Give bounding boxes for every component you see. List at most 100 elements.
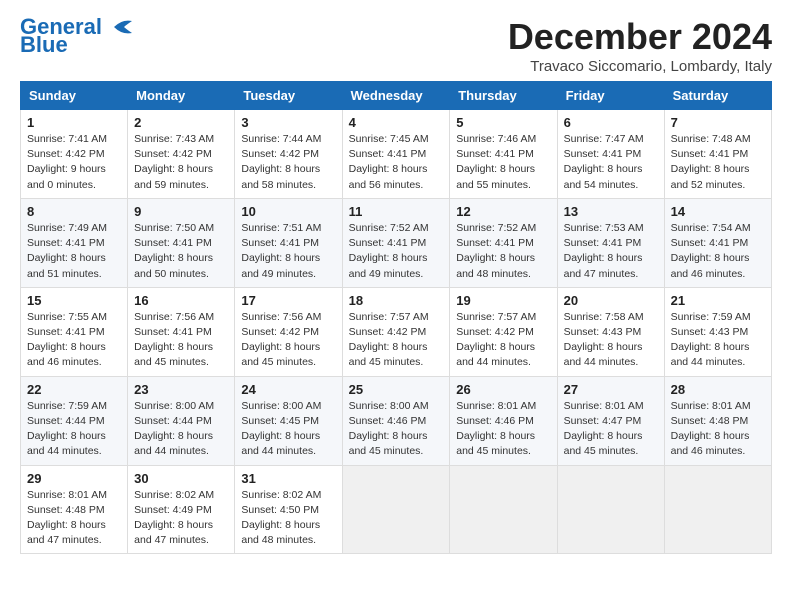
day-info: Sunrise: 8:00 AMSunset: 4:45 PMDaylight:…	[241, 399, 335, 460]
day-number: 31	[241, 471, 335, 486]
logo-blue-text: Blue	[20, 34, 68, 56]
calendar-cell: 11 Sunrise: 7:52 AMSunset: 4:41 PMDaylig…	[342, 198, 450, 287]
calendar-cell: 31 Sunrise: 8:02 AMSunset: 4:50 PMDaylig…	[235, 465, 342, 554]
logo: General Blue	[20, 16, 136, 56]
day-info: Sunrise: 8:01 AMSunset: 4:48 PMDaylight:…	[671, 399, 765, 460]
col-header-monday: Monday	[128, 82, 235, 110]
day-number: 9	[134, 204, 228, 219]
day-info: Sunrise: 7:44 AMSunset: 4:42 PMDaylight:…	[241, 132, 335, 193]
day-number: 8	[27, 204, 121, 219]
calendar-week-1: 1 Sunrise: 7:41 AMSunset: 4:42 PMDayligh…	[21, 110, 772, 199]
logo-bird-icon	[104, 17, 136, 37]
col-header-thursday: Thursday	[450, 82, 557, 110]
day-info: Sunrise: 7:48 AMSunset: 4:41 PMDaylight:…	[671, 132, 765, 193]
col-header-wednesday: Wednesday	[342, 82, 450, 110]
day-info: Sunrise: 7:50 AMSunset: 4:41 PMDaylight:…	[134, 221, 228, 282]
calendar-header-row: SundayMondayTuesdayWednesdayThursdayFrid…	[21, 82, 772, 110]
day-number: 15	[27, 293, 121, 308]
col-header-tuesday: Tuesday	[235, 82, 342, 110]
day-number: 20	[564, 293, 658, 308]
day-number: 6	[564, 115, 658, 130]
day-number: 1	[27, 115, 121, 130]
day-number: 12	[456, 204, 550, 219]
calendar-cell: 22 Sunrise: 7:59 AMSunset: 4:44 PMDaylig…	[21, 376, 128, 465]
calendar-cell: 25 Sunrise: 8:00 AMSunset: 4:46 PMDaylig…	[342, 376, 450, 465]
calendar-table: SundayMondayTuesdayWednesdayThursdayFrid…	[20, 81, 772, 554]
calendar-cell: 8 Sunrise: 7:49 AMSunset: 4:41 PMDayligh…	[21, 198, 128, 287]
day-info: Sunrise: 8:00 AMSunset: 4:46 PMDaylight:…	[349, 399, 444, 460]
calendar-cell: 24 Sunrise: 8:00 AMSunset: 4:45 PMDaylig…	[235, 376, 342, 465]
day-number: 4	[349, 115, 444, 130]
day-info: Sunrise: 7:41 AMSunset: 4:42 PMDaylight:…	[27, 132, 121, 193]
calendar-cell	[450, 465, 557, 554]
day-info: Sunrise: 7:46 AMSunset: 4:41 PMDaylight:…	[456, 132, 550, 193]
page-header: General Blue December 2024 Travaco Sicco…	[20, 16, 772, 75]
calendar-cell: 12 Sunrise: 7:52 AMSunset: 4:41 PMDaylig…	[450, 198, 557, 287]
day-info: Sunrise: 7:53 AMSunset: 4:41 PMDaylight:…	[564, 221, 658, 282]
day-number: 26	[456, 382, 550, 397]
calendar-cell: 7 Sunrise: 7:48 AMSunset: 4:41 PMDayligh…	[664, 110, 771, 199]
day-number: 18	[349, 293, 444, 308]
day-number: 27	[564, 382, 658, 397]
calendar-cell: 19 Sunrise: 7:57 AMSunset: 4:42 PMDaylig…	[450, 287, 557, 376]
calendar-cell	[557, 465, 664, 554]
day-number: 30	[134, 471, 228, 486]
day-info: Sunrise: 7:52 AMSunset: 4:41 PMDaylight:…	[456, 221, 550, 282]
day-info: Sunrise: 7:56 AMSunset: 4:42 PMDaylight:…	[241, 310, 335, 371]
calendar-cell: 1 Sunrise: 7:41 AMSunset: 4:42 PMDayligh…	[21, 110, 128, 199]
day-number: 29	[27, 471, 121, 486]
calendar-cell: 15 Sunrise: 7:55 AMSunset: 4:41 PMDaylig…	[21, 287, 128, 376]
day-info: Sunrise: 7:57 AMSunset: 4:42 PMDaylight:…	[349, 310, 444, 371]
calendar-cell	[342, 465, 450, 554]
calendar-cell: 6 Sunrise: 7:47 AMSunset: 4:41 PMDayligh…	[557, 110, 664, 199]
calendar-cell: 14 Sunrise: 7:54 AMSunset: 4:41 PMDaylig…	[664, 198, 771, 287]
calendar-cell: 18 Sunrise: 7:57 AMSunset: 4:42 PMDaylig…	[342, 287, 450, 376]
calendar-cell: 27 Sunrise: 8:01 AMSunset: 4:47 PMDaylig…	[557, 376, 664, 465]
calendar-week-4: 22 Sunrise: 7:59 AMSunset: 4:44 PMDaylig…	[21, 376, 772, 465]
calendar-week-3: 15 Sunrise: 7:55 AMSunset: 4:41 PMDaylig…	[21, 287, 772, 376]
month-title: December 2024	[508, 16, 772, 58]
day-number: 2	[134, 115, 228, 130]
day-info: Sunrise: 7:56 AMSunset: 4:41 PMDaylight:…	[134, 310, 228, 371]
day-number: 14	[671, 204, 765, 219]
day-number: 25	[349, 382, 444, 397]
day-info: Sunrise: 7:54 AMSunset: 4:41 PMDaylight:…	[671, 221, 765, 282]
day-number: 10	[241, 204, 335, 219]
title-block: December 2024 Travaco Siccomario, Lombar…	[508, 16, 772, 75]
calendar-cell: 16 Sunrise: 7:56 AMSunset: 4:41 PMDaylig…	[128, 287, 235, 376]
day-info: Sunrise: 7:45 AMSunset: 4:41 PMDaylight:…	[349, 132, 444, 193]
day-number: 5	[456, 115, 550, 130]
day-info: Sunrise: 7:47 AMSunset: 4:41 PMDaylight:…	[564, 132, 658, 193]
day-number: 23	[134, 382, 228, 397]
calendar-week-2: 8 Sunrise: 7:49 AMSunset: 4:41 PMDayligh…	[21, 198, 772, 287]
day-info: Sunrise: 8:01 AMSunset: 4:48 PMDaylight:…	[27, 488, 121, 549]
day-number: 21	[671, 293, 765, 308]
day-number: 22	[27, 382, 121, 397]
day-info: Sunrise: 8:00 AMSunset: 4:44 PMDaylight:…	[134, 399, 228, 460]
day-info: Sunrise: 8:02 AMSunset: 4:49 PMDaylight:…	[134, 488, 228, 549]
calendar-week-5: 29 Sunrise: 8:01 AMSunset: 4:48 PMDaylig…	[21, 465, 772, 554]
day-info: Sunrise: 8:01 AMSunset: 4:47 PMDaylight:…	[564, 399, 658, 460]
day-number: 19	[456, 293, 550, 308]
calendar-cell: 13 Sunrise: 7:53 AMSunset: 4:41 PMDaylig…	[557, 198, 664, 287]
calendar-cell: 28 Sunrise: 8:01 AMSunset: 4:48 PMDaylig…	[664, 376, 771, 465]
day-info: Sunrise: 7:43 AMSunset: 4:42 PMDaylight:…	[134, 132, 228, 193]
day-info: Sunrise: 7:59 AMSunset: 4:43 PMDaylight:…	[671, 310, 765, 371]
calendar-cell: 9 Sunrise: 7:50 AMSunset: 4:41 PMDayligh…	[128, 198, 235, 287]
day-number: 3	[241, 115, 335, 130]
col-header-saturday: Saturday	[664, 82, 771, 110]
calendar-cell: 3 Sunrise: 7:44 AMSunset: 4:42 PMDayligh…	[235, 110, 342, 199]
col-header-friday: Friday	[557, 82, 664, 110]
calendar-cell: 17 Sunrise: 7:56 AMSunset: 4:42 PMDaylig…	[235, 287, 342, 376]
day-number: 7	[671, 115, 765, 130]
day-info: Sunrise: 7:51 AMSunset: 4:41 PMDaylight:…	[241, 221, 335, 282]
calendar-cell: 10 Sunrise: 7:51 AMSunset: 4:41 PMDaylig…	[235, 198, 342, 287]
calendar-cell: 2 Sunrise: 7:43 AMSunset: 4:42 PMDayligh…	[128, 110, 235, 199]
calendar-cell	[664, 465, 771, 554]
day-number: 28	[671, 382, 765, 397]
calendar-cell: 20 Sunrise: 7:58 AMSunset: 4:43 PMDaylig…	[557, 287, 664, 376]
col-header-sunday: Sunday	[21, 82, 128, 110]
day-info: Sunrise: 7:49 AMSunset: 4:41 PMDaylight:…	[27, 221, 121, 282]
day-number: 13	[564, 204, 658, 219]
location-title: Travaco Siccomario, Lombardy, Italy	[508, 58, 772, 75]
